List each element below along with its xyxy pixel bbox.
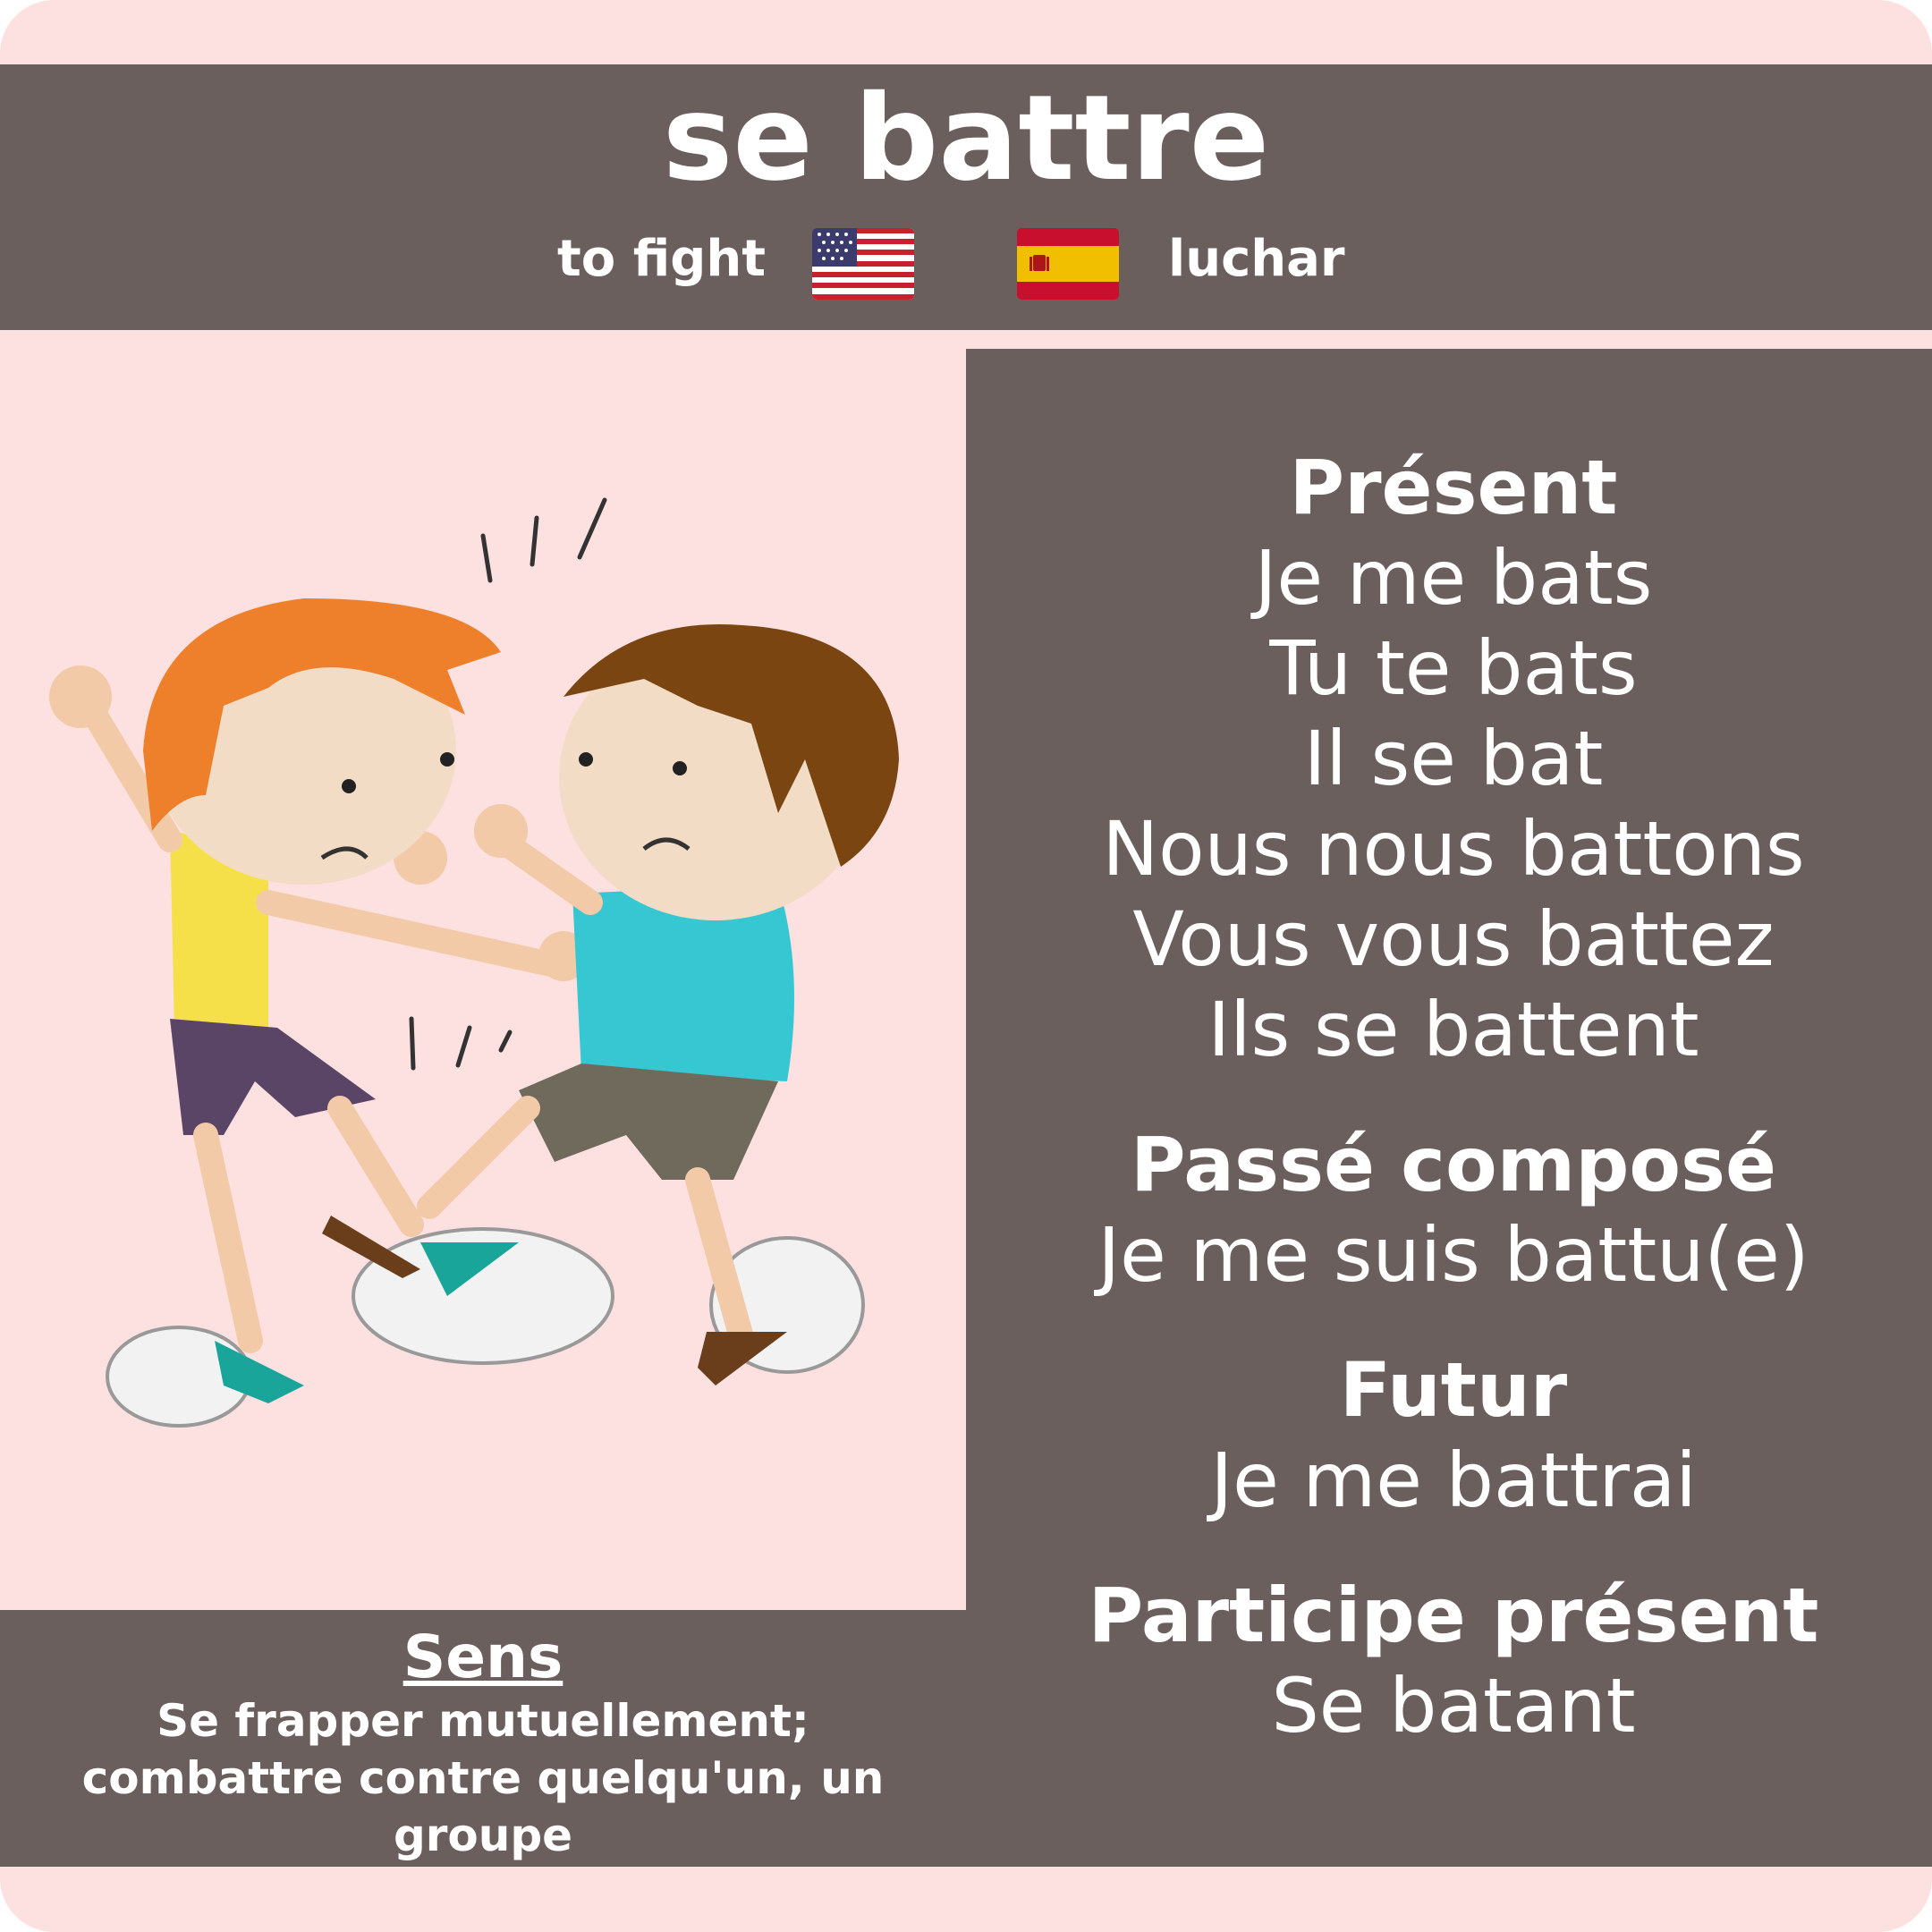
present-heading: Présent	[1289, 444, 1618, 531]
english-translation: to fight	[557, 230, 766, 288]
futur-heading: Futur	[1339, 1346, 1568, 1434]
verb-card: se battre to fight luchar Présent Je me …	[0, 0, 1932, 1932]
conjugation-line: Tu te bats	[1269, 624, 1638, 712]
conjugation-line: Il se bat	[1303, 715, 1604, 802]
conjugation-list: Présent Je me bats Tu te bats Il se bat …	[966, 443, 1932, 1751]
conjugation-line: Je me suis battu(e)	[1097, 1211, 1809, 1299]
spain-flag-icon	[1017, 228, 1119, 300]
conjugation-line: Ils se battent	[1208, 986, 1699, 1073]
conjugation-line: Vous vous battez	[1132, 895, 1775, 983]
spanish-translation: luchar	[1168, 230, 1345, 288]
fighting-boys-illustration	[0, 330, 966, 1610]
us-flag-icon	[812, 228, 914, 300]
sens-definition: Se frapper mutuellement; combattre contr…	[81, 1695, 885, 1861]
sens-heading: Sens	[402, 1623, 564, 1691]
conjugation-line: Je me battrai	[1210, 1436, 1697, 1524]
conjugation-line: Se batant	[1271, 1662, 1636, 1750]
verb-title: se battre	[662, 70, 1270, 208]
passe-compose-heading: Passé composé	[1130, 1121, 1777, 1208]
participe-present-heading: Participe présent	[1088, 1572, 1819, 1659]
conjugation-line: Je me bats	[1254, 534, 1653, 622]
conjugation-line: Nous nous battons	[1102, 805, 1805, 893]
